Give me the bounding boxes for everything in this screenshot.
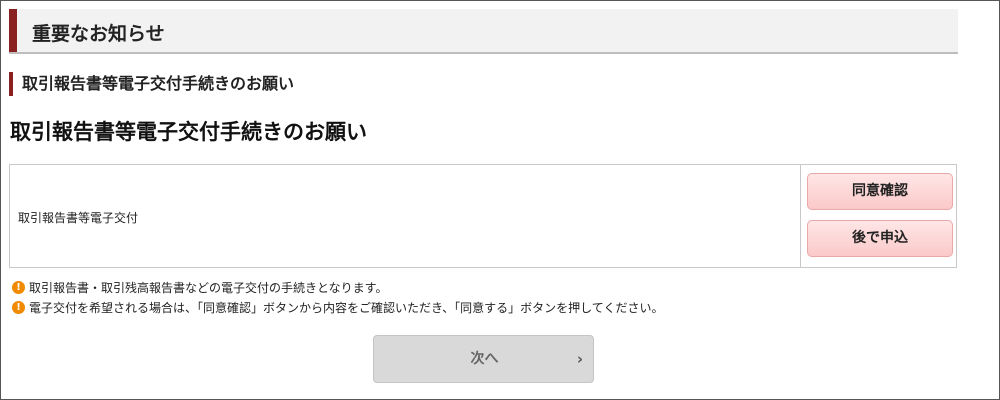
note-item: ! 取引報告書・取引残高報告書などの電子交付の手続きとなります。	[12, 277, 663, 297]
agree-confirm-button[interactable]: 同意確認	[807, 173, 953, 210]
header-bar: 重要なお知らせ	[9, 9, 958, 54]
exclamation-circle-icon: !	[12, 300, 25, 314]
apply-later-button[interactable]: 後で申込	[807, 220, 953, 257]
exclamation-circle-icon: !	[12, 280, 25, 294]
main-heading: 取引報告書等電子交付手続きのお願い	[10, 120, 367, 144]
chevron-right-icon: ›	[576, 350, 583, 368]
next-button[interactable]: 次へ ›	[373, 335, 594, 383]
section-subheading: 取引報告書等電子交付手続きのお願い	[9, 72, 294, 96]
next-button-label: 次へ	[470, 351, 499, 367]
header-accent	[9, 9, 17, 52]
procedure-table: 取引報告書等電子交付 同意確認 後で申込	[9, 164, 957, 268]
note-item: ! 電子交付を希望される場合は、「同意確認」ボタンから内容をご確認いただき、「同…	[12, 297, 663, 317]
note-text: 取引報告書・取引残高報告書などの電子交付の手続きとなります。	[29, 280, 388, 295]
page-title: 重要なお知らせ	[32, 23, 165, 45]
procedure-actions: 同意確認 後で申込	[800, 165, 956, 267]
note-text: 電子交付を希望される場合は、「同意確認」ボタンから内容をご確認いただき、「同意す…	[29, 300, 664, 315]
procedure-name: 取引報告書等電子交付	[18, 211, 139, 225]
notes-list: ! 取引報告書・取引残高報告書などの電子交付の手続きとなります。 ! 電子交付を…	[12, 277, 663, 317]
